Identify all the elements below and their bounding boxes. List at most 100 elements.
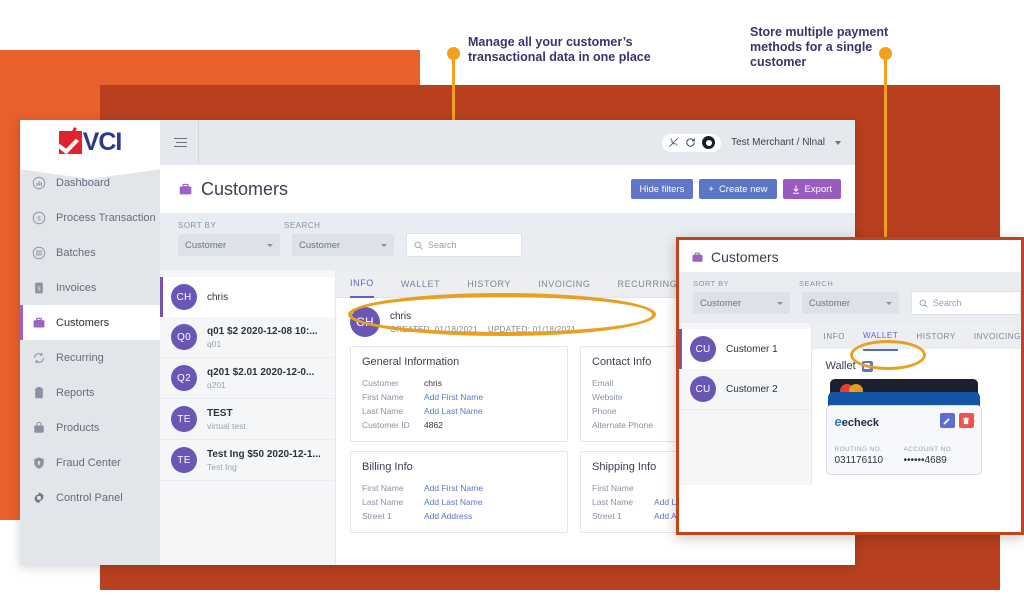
search-label: SEARCH — [284, 221, 321, 230]
sort-by-value: Customer — [185, 239, 227, 251]
create-new-button[interactable]: + Create new — [699, 179, 777, 199]
field-value[interactable]: Add First Name — [424, 481, 483, 495]
search-field-select[interactable]: Customer — [292, 234, 394, 256]
sidebar-item-batches[interactable]: Batches — [20, 235, 160, 270]
tab-history[interactable]: HISTORY — [916, 323, 955, 350]
echeck-card[interactable]: eecheck ROUTING NO. 031176110 ACCOUNT NO… — [825, 405, 982, 475]
search-label: SEARCH — [799, 279, 834, 288]
sidebar-item-customers[interactable]: Customers — [20, 305, 160, 340]
trash-icon — [962, 416, 970, 424]
search-placeholder: Search — [932, 298, 962, 308]
search-input[interactable]: Search — [406, 233, 522, 257]
export-button[interactable]: Export — [782, 179, 841, 199]
tab-info[interactable]: INFO — [350, 270, 374, 298]
payment-card-stack: VISA eecheck ROUTING NO. 031176110 — [825, 379, 982, 475]
refresh-icon[interactable] — [685, 137, 696, 148]
delete-card-button[interactable] — [958, 413, 974, 428]
list-item[interactable]: CU Customer 2 — [679, 369, 811, 410]
field-label: Street 1 — [592, 511, 622, 521]
list-item[interactable]: CH chris — [160, 277, 335, 317]
field-label: First Name — [362, 483, 404, 493]
highlight-ellipse-wallet-tab — [850, 340, 926, 370]
card-title: Billing Info — [362, 461, 413, 473]
sidebar-item-label: Batches — [56, 246, 96, 259]
field-value[interactable]: Add First Name — [424, 390, 483, 404]
customer-sub: Test Ing — [207, 461, 237, 472]
sidebar-item-products[interactable]: Products — [20, 410, 160, 445]
overlay-body: CU Customer 1 CU Customer 2 INFO WALLET … — [679, 323, 1021, 485]
search-field-value: Customer — [299, 239, 341, 251]
sidebar-item-fraud-center[interactable]: Fraud Center — [20, 445, 160, 480]
tab-invoicing[interactable]: INVOICING — [974, 323, 1021, 350]
sidebar-item-reports[interactable]: Reports — [20, 375, 160, 410]
phone-support-icon[interactable] — [668, 137, 679, 148]
search-icon — [919, 299, 928, 308]
notification-icon[interactable] — [702, 136, 716, 149]
export-label: Export — [804, 183, 832, 195]
billing-info-card: Billing Info First Name Add First Name La… — [350, 451, 568, 533]
edit-card-button[interactable] — [939, 413, 955, 428]
tab-wallet[interactable]: WALLET — [401, 270, 440, 297]
annotation-text-2: Store multiple payment methods for a sin… — [750, 25, 889, 69]
sort-by-select[interactable]: Customer — [178, 234, 280, 256]
field-label: Phone — [592, 406, 617, 416]
list-item[interactable]: CU Customer 1 — [679, 329, 811, 369]
avatar: CH — [171, 284, 197, 310]
header-actions: Hide filters + Create new Export — [630, 179, 841, 199]
chevron-down-icon[interactable] — [835, 140, 841, 145]
vci-checkmark-icon — [58, 127, 82, 154]
list-item[interactable]: Q0 q01 $2 2020-12-08 10:... q01 — [160, 317, 335, 358]
field-label: Last Name — [362, 406, 404, 416]
list-item[interactable]: Q2 q201 $2.01 2020-12-0... q201 — [160, 358, 335, 399]
svg-text:$: $ — [37, 213, 41, 222]
search-input[interactable]: Search — [910, 291, 1021, 315]
sidebar-item-process-transaction[interactable]: $ Process Transaction — [20, 200, 160, 235]
avatar: TE — [171, 447, 197, 473]
sidebar-item-recurring[interactable]: Recurring — [20, 340, 160, 375]
merchant-name[interactable]: Test Merchant / Nlnal — [731, 137, 825, 148]
customer-name: Customer 1 — [726, 343, 778, 355]
field-value[interactable]: Add Last Name — [424, 404, 483, 418]
tab-recurring[interactable]: RECURRING — [617, 270, 677, 297]
account-number-value: ••••••4689 — [903, 455, 947, 466]
field-label: First Name — [362, 392, 404, 402]
routing-number-value: 031176110 — [834, 455, 884, 466]
field-label: First Name — [592, 483, 634, 493]
sidebar-item-invoices[interactable]: $ Invoices — [20, 270, 160, 305]
sidebar-item-control-panel[interactable]: Control Panel — [20, 480, 160, 515]
wallet-zoom-overlay: Customers SORT BY SEARCH Customer Custom… — [676, 237, 1024, 535]
search-field-select[interactable]: Customer — [801, 292, 899, 314]
avatar: Q2 — [171, 365, 197, 391]
topbar-icon-pill — [662, 133, 722, 152]
list-item[interactable]: TE TEST virtual test — [160, 399, 335, 440]
reports-icon — [32, 386, 46, 400]
gear-icon — [32, 491, 46, 505]
overlay-filter-bar: SORT BY SEARCH Customer Customer Search — [679, 272, 1021, 323]
field-value[interactable]: Add Address — [424, 509, 472, 523]
field-label: Customer — [362, 378, 399, 388]
hide-filters-button[interactable]: Hide filters — [630, 179, 694, 199]
overlay-customer-list: CU Customer 1 CU Customer 2 — [679, 323, 812, 485]
sidebar-toggle-icon[interactable] — [160, 120, 199, 165]
annotation-dot-2 — [879, 47, 892, 60]
customer-name: chris — [207, 291, 229, 303]
download-icon — [792, 184, 799, 194]
field-label: Customer ID — [362, 420, 410, 430]
tab-info[interactable]: INFO — [824, 323, 846, 350]
field-label: Street 1 — [362, 511, 392, 521]
list-item[interactable]: TE Test Ing $50 2020-12-1... Test Ing — [160, 440, 335, 481]
customer-list: CH chris Q0 q01 $2 2020-12-08 10:... q01… — [160, 270, 336, 565]
sort-by-select[interactable]: Customer — [693, 292, 790, 314]
echeck-fields: ROUTING NO. 031176110 ACCOUNT NO. ••••••… — [835, 446, 973, 466]
dollar-circle-icon: $ — [32, 211, 46, 225]
briefcase-icon — [179, 183, 192, 194]
page-title: Customers — [201, 178, 289, 199]
field-label: Last Name — [362, 497, 404, 507]
card-title: General Information — [362, 356, 460, 368]
pencil-icon — [943, 417, 950, 424]
field-value: 4862 — [424, 420, 443, 430]
field-value[interactable]: Add Last Name — [424, 495, 483, 509]
customer-name: Test Ing $50 2020-12-1... — [207, 448, 321, 460]
briefcase-icon — [692, 252, 703, 262]
customer-name: q01 $2 2020-12-08 10:... — [207, 325, 318, 337]
